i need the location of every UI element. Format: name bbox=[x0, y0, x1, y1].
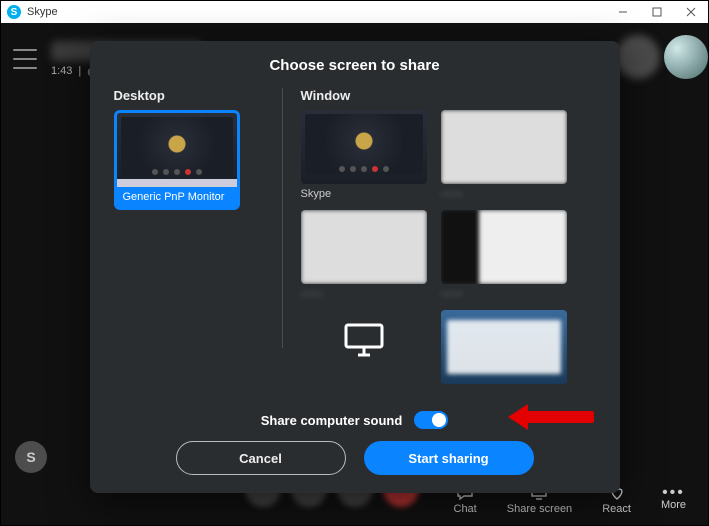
self-avatar[interactable] bbox=[664, 35, 708, 79]
window-tile[interactable]: Skype bbox=[301, 110, 427, 202]
cancel-button[interactable]: Cancel bbox=[176, 441, 346, 475]
minimize-button[interactable] bbox=[606, 1, 640, 23]
window-tile-label: Skype bbox=[301, 188, 427, 202]
desktop-column: Desktop Generic PnP Monitor bbox=[114, 88, 264, 403]
titlebar-left: S Skype bbox=[1, 5, 58, 19]
window-tile-monitor[interactable] bbox=[301, 310, 427, 384]
share-columns: Desktop Generic PnP Monitor Window bbox=[114, 88, 596, 403]
toolbar-more[interactable]: ••• More bbox=[661, 489, 686, 511]
window-column: Window Skype —— —— bbox=[301, 88, 596, 403]
window-grid: Skype —— —— —— bbox=[301, 110, 596, 384]
desktop-tile-label: Generic PnP Monitor bbox=[117, 187, 237, 207]
desktop-tile-selected[interactable]: Generic PnP Monitor bbox=[114, 110, 240, 210]
start-sharing-label: Start sharing bbox=[408, 451, 488, 466]
column-divider bbox=[282, 88, 283, 348]
start-sharing-button[interactable]: Start sharing bbox=[364, 441, 534, 475]
window-tile[interactable]: —— bbox=[301, 210, 427, 302]
window-controls bbox=[606, 1, 708, 23]
window-tile[interactable]: —— bbox=[441, 110, 567, 202]
more-icon: ••• bbox=[662, 489, 685, 497]
participant-avatar-redacted bbox=[616, 35, 660, 79]
window-tile-label-redacted: —— bbox=[441, 288, 567, 302]
toggle-knob bbox=[432, 413, 446, 427]
share-sound-row: Share computer sound bbox=[114, 411, 596, 429]
share-screen-modal: Choose screen to share Desktop Generic P… bbox=[90, 41, 620, 493]
skype-logo-icon: S bbox=[7, 5, 21, 19]
annotation-arrow bbox=[524, 411, 594, 423]
participant-initial-badge: S bbox=[15, 441, 47, 473]
modal-buttons: Cancel Start sharing bbox=[114, 441, 596, 475]
window-tile[interactable] bbox=[441, 310, 567, 384]
app-window: S Skype 1:43 | ◉ bbox=[0, 0, 709, 526]
recording-icon: | bbox=[78, 65, 81, 77]
call-duration: 1:43 bbox=[51, 65, 72, 77]
maximize-button[interactable] bbox=[640, 1, 674, 23]
app-title: Skype bbox=[27, 6, 58, 18]
window-tile-label-redacted: —— bbox=[441, 188, 567, 202]
cancel-button-label: Cancel bbox=[239, 451, 282, 466]
share-sound-toggle[interactable] bbox=[414, 411, 448, 429]
menu-icon[interactable] bbox=[13, 49, 37, 69]
toolbar-share-label: Share screen bbox=[507, 503, 572, 515]
toolbar-react-label: React bbox=[602, 503, 631, 515]
toolbar-chat-label: Chat bbox=[454, 503, 477, 515]
share-sound-label: Share computer sound bbox=[261, 413, 403, 428]
modal-title: Choose screen to share bbox=[114, 57, 596, 74]
toolbar-more-label: More bbox=[661, 499, 686, 511]
desktop-header: Desktop bbox=[114, 88, 264, 103]
window-tile[interactable]: —— bbox=[441, 210, 567, 302]
window-tile-label-redacted: —— bbox=[301, 288, 427, 302]
window-header: Window bbox=[301, 88, 596, 103]
close-button[interactable] bbox=[674, 1, 708, 23]
titlebar: S Skype bbox=[1, 1, 708, 23]
desktop-tile-preview bbox=[117, 113, 237, 187]
monitor-icon bbox=[301, 310, 427, 370]
